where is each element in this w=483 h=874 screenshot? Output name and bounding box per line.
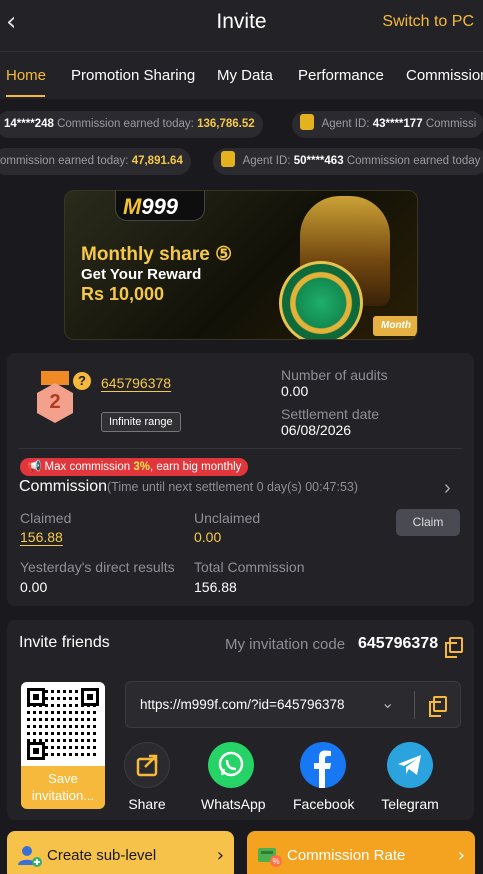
- earnings-ticker-row-2: ommission earned today: 47,891.64 Agent …: [0, 148, 483, 175]
- direct-results-label: Yesterday's direct results: [20, 559, 175, 575]
- chevron-right-icon: ›: [457, 845, 465, 866]
- settlement-countdown: (Time until next settlement 0 day(s) 00:…: [107, 480, 359, 494]
- settlement-date-value: 06/08/2026: [281, 422, 352, 438]
- ticker-item: Agent ID: 43****177 Commissi: [292, 111, 483, 138]
- commission-rate-icon: %: [258, 848, 282, 867]
- banner-headline: Monthly share ⑤: [81, 244, 233, 265]
- tab-performance[interactable]: Performance: [298, 67, 384, 84]
- ticker-label: Agent ID:: [242, 155, 291, 167]
- medal-icon: [221, 151, 235, 167]
- telegram-icon: [387, 742, 433, 788]
- share-icon: [124, 742, 170, 788]
- invitation-code: 645796378: [358, 635, 439, 652]
- chevron-right-icon: ›: [216, 845, 224, 866]
- megaphone-icon: 📢: [27, 461, 42, 473]
- unclaimed-label: Unclaimed: [194, 510, 261, 526]
- prize-wheel-illustration: [279, 261, 363, 339]
- earnings-ticker-row-1: 14****248 Commission earned today: 136,7…: [0, 111, 483, 138]
- facebook-icon: [300, 742, 346, 788]
- ticker-label: Commission earned today: [346, 155, 481, 167]
- brand-logo: M999: [123, 194, 179, 219]
- banner-subheadline: Get Your Reward: [81, 266, 202, 283]
- audits-value: 0.00: [281, 383, 309, 399]
- create-sub-level-button[interactable]: Create sub-level ›: [7, 831, 234, 874]
- claimed-value[interactable]: 156.88: [20, 529, 63, 545]
- create-sub-level-label: Create sub-level: [47, 847, 157, 864]
- invite-link-text: https://m999f.com/?id=645796378: [140, 697, 345, 712]
- help-icon[interactable]: ?: [73, 372, 91, 390]
- qr-code: [21, 682, 105, 766]
- ticker-agent-id: 50****463: [293, 155, 344, 167]
- medal-icon: [300, 114, 314, 130]
- tab-home[interactable]: Home: [6, 67, 46, 84]
- total-commission-value: 156.88: [194, 579, 237, 595]
- level-badge-icon: 2: [35, 371, 75, 427]
- ticker-agent-id: 43****177: [372, 118, 423, 130]
- copy-link-icon[interactable]: [429, 696, 447, 717]
- range-badge: Infinite range: [101, 412, 181, 432]
- ticker-label: Commissi: [425, 118, 477, 130]
- banner-reward-amount: Rs 10,000: [81, 284, 165, 304]
- separator: [414, 691, 415, 719]
- audits-label: Number of audits: [281, 367, 388, 383]
- ticker-label: Commission earned today:: [57, 118, 194, 130]
- share-button[interactable]: Share: [117, 742, 177, 812]
- whatsapp-button[interactable]: WhatsApp: [201, 742, 266, 812]
- max-commission-badge: 📢 Max commission 3%, earn big monthly: [20, 458, 249, 476]
- svg-text:%: %: [272, 857, 279, 866]
- qr-code-panel[interactable]: Save invitation...: [21, 682, 105, 809]
- copy-code-icon[interactable]: [445, 637, 463, 658]
- direct-results-value: 0.00: [20, 579, 48, 595]
- ticker-item: ommission earned today: 47,891.64: [0, 148, 191, 175]
- ticker-label: ommission earned today:: [0, 155, 129, 167]
- monthly-share-banner[interactable]: M999 Monthly share ⑤ Get Your Reward Rs …: [64, 190, 418, 340]
- commission-title: Commission: [19, 478, 108, 495]
- invite-friends-card: Invite friends My invitation code 645796…: [7, 620, 474, 820]
- ticker-item: 14****248 Commission earned today: 136,7…: [0, 111, 263, 138]
- unclaimed-value: 0.00: [194, 529, 222, 545]
- invitation-code-label: My invitation code: [225, 636, 346, 653]
- agent-id: 645796378: [101, 375, 172, 391]
- tab-promotion-sharing[interactable]: Promotion Sharing: [71, 67, 195, 84]
- facebook-button[interactable]: Facebook: [293, 742, 354, 812]
- chevron-right-icon[interactable]: ›: [444, 477, 451, 500]
- month-tag: Month: [373, 316, 417, 336]
- add-user-icon: [18, 846, 42, 867]
- telegram-button[interactable]: Telegram: [380, 742, 440, 812]
- commission-rate-button[interactable]: % Commission Rate ›: [247, 831, 475, 874]
- divider: [19, 448, 462, 449]
- tab-bar: Home Promotion Sharing My Data Performan…: [0, 52, 483, 99]
- top-bar: ‹ Invite Switch to PC: [0, 0, 483, 52]
- total-commission-label: Total Commission: [194, 559, 305, 575]
- ticker-amount: 47,891.64: [131, 155, 183, 167]
- whatsapp-icon: [208, 742, 254, 788]
- switch-to-pc-link[interactable]: Switch to PC: [382, 13, 474, 31]
- claimed-label: Claimed: [20, 510, 72, 526]
- invite-friends-title: Invite friends: [19, 634, 110, 651]
- ticker-amount: 136,786.52: [197, 118, 255, 130]
- ticker-label: Agent ID:: [321, 118, 370, 130]
- commission-card: 2 ? 645796378 Infinite range Number of a…: [7, 353, 474, 606]
- active-tab-indicator: [6, 95, 45, 97]
- settlement-date-label: Settlement date: [281, 406, 380, 422]
- claim-button[interactable]: Claim: [396, 509, 460, 536]
- tab-commission[interactable]: Commission: [406, 67, 483, 84]
- ticker-agent-id: 14****248: [4, 118, 54, 130]
- ticker-item: Agent ID: 50****463 Commission earned to…: [213, 148, 483, 175]
- chevron-down-icon[interactable]: ⌄: [381, 693, 394, 712]
- tab-my-data[interactable]: My Data: [217, 67, 273, 84]
- save-invitation-label[interactable]: Save invitation...: [21, 770, 105, 804]
- invite-link-field[interactable]: https://m999f.com/?id=645796378 ⌄: [125, 681, 461, 728]
- commission-rate-label: Commission Rate: [287, 847, 406, 864]
